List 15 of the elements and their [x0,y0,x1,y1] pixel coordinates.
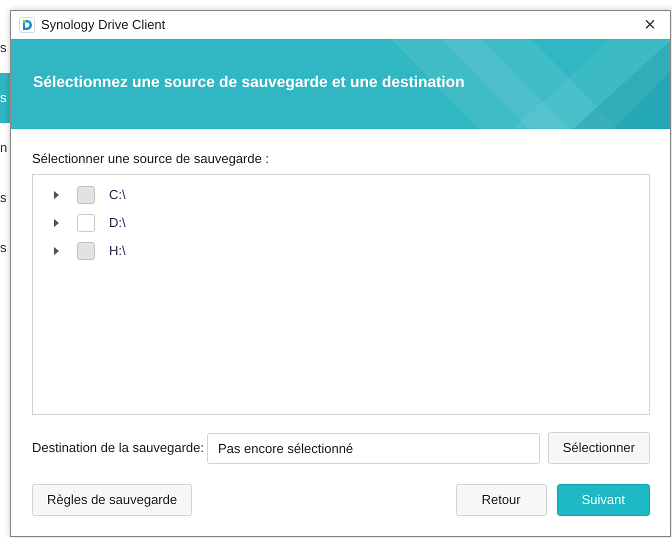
destination-label: Destination de la sauvegarde: [32,439,204,458]
expand-caret-icon[interactable] [51,218,61,228]
header-title: Sélectionnez une source de sauvegarde et une destination [33,74,465,94]
close-button[interactable]: × [630,11,670,39]
back-button[interactable]: Retour [456,484,547,516]
drive-label: D:\ [109,214,126,232]
drive-label: C:\ [109,186,126,204]
app-logo-icon [19,17,35,33]
checkbox[interactable] [77,214,95,232]
source-label: Sélectionner une source de sauvegarde : [32,150,270,168]
select-button[interactable]: Sélectionner [548,432,650,464]
drive-label: H:\ [109,242,126,260]
window-title: Synology Drive Client [41,16,166,34]
backup-rules-button[interactable]: Règles de sauvegarde [32,484,192,516]
destination-field[interactable]: Pas encore sélectionné [207,432,540,464]
